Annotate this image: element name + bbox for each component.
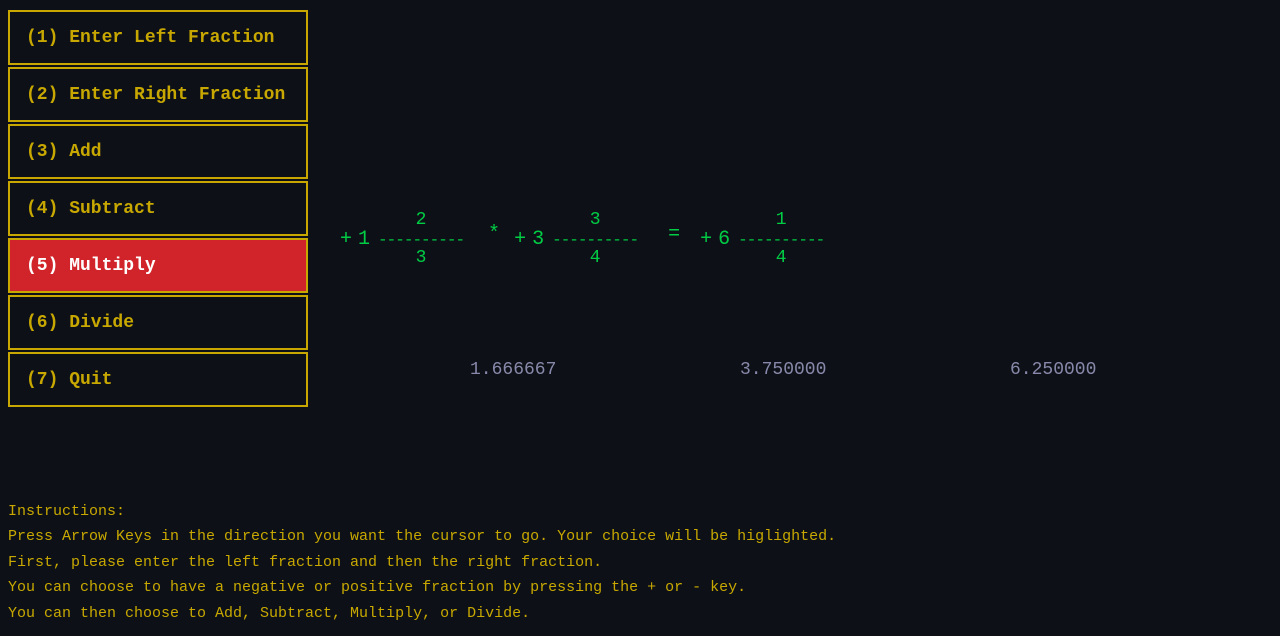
menu-item-5-label: (5) Multiply xyxy=(26,256,156,276)
result-numerator: 1 xyxy=(776,210,787,232)
right-fraction-group: + 3 3 ---------- 4 xyxy=(514,210,648,269)
menu-item-1[interactable]: (1) Enter Left Fraction xyxy=(8,10,308,65)
menu-item-4-label: (4) Subtract xyxy=(26,199,156,219)
right-numerator: 3 xyxy=(590,210,601,232)
result-sign: + xyxy=(700,228,712,251)
menu-item-3[interactable]: (3) Add xyxy=(8,124,308,179)
right-whole: 3 xyxy=(532,228,544,251)
result-line: ---------- xyxy=(738,232,824,248)
menu-item-4[interactable]: (4) Subtract xyxy=(8,181,308,236)
menu-item-7[interactable]: (7) Quit xyxy=(8,352,308,407)
right-line: ---------- xyxy=(552,232,638,248)
left-fraction-group: + 1 2 ---------- 3 xyxy=(340,210,474,269)
left-numerator: 2 xyxy=(416,210,427,232)
fraction-display: + 1 2 ---------- 3 * + 3 3 ---------- 4 … xyxy=(340,210,1260,269)
instructions-line-3: You can choose to have a negative or pos… xyxy=(8,575,1272,601)
instructions-line-4: You can then choose to Add, Subtract, Mu… xyxy=(8,601,1272,627)
right-denominator: 4 xyxy=(590,248,601,270)
result-denominator: 4 xyxy=(776,248,787,270)
equals-sign: = xyxy=(668,223,680,246)
result-fraction-stack: 1 ---------- 4 xyxy=(738,210,824,269)
operator: * xyxy=(488,223,500,246)
instructions-line-1: Press Arrow Keys in the direction you wa… xyxy=(8,524,1272,550)
menu-item-6-label: (6) Divide xyxy=(26,313,134,333)
right-fraction-stack: 3 ---------- 4 xyxy=(552,210,638,269)
instructions-section: Instructions: Press Arrow Keys in the di… xyxy=(8,499,1272,627)
menu-section: (1) Enter Left Fraction (2) Enter Right … xyxy=(8,10,308,409)
decimal-result: 6.250000 xyxy=(1010,360,1096,380)
menu-item-3-label: (3) Add xyxy=(26,142,102,162)
decimal-right: 3.750000 xyxy=(740,360,826,380)
result-fraction-group: + 6 1 ---------- 4 xyxy=(700,210,834,269)
left-line: ---------- xyxy=(378,232,464,248)
menu-item-7-label: (7) Quit xyxy=(26,370,112,390)
menu-item-5[interactable]: (5) Multiply xyxy=(8,238,308,293)
result-whole: 6 xyxy=(718,228,730,251)
left-fraction-stack: 2 ---------- 3 xyxy=(378,210,464,269)
decimal-left: 1.666667 xyxy=(470,360,556,380)
right-sign: + xyxy=(514,228,526,251)
menu-item-1-label: (1) Enter Left Fraction xyxy=(26,28,274,48)
menu-item-2-label: (2) Enter Right Fraction xyxy=(26,85,285,105)
menu-item-2[interactable]: (2) Enter Right Fraction xyxy=(8,67,308,122)
left-sign: + xyxy=(340,228,352,251)
instructions-title: Instructions: xyxy=(8,499,1272,525)
left-denominator: 3 xyxy=(416,248,427,270)
left-whole: 1 xyxy=(358,228,370,251)
instructions-line-2: First, please enter the left fraction an… xyxy=(8,550,1272,576)
menu-item-6[interactable]: (6) Divide xyxy=(8,295,308,350)
